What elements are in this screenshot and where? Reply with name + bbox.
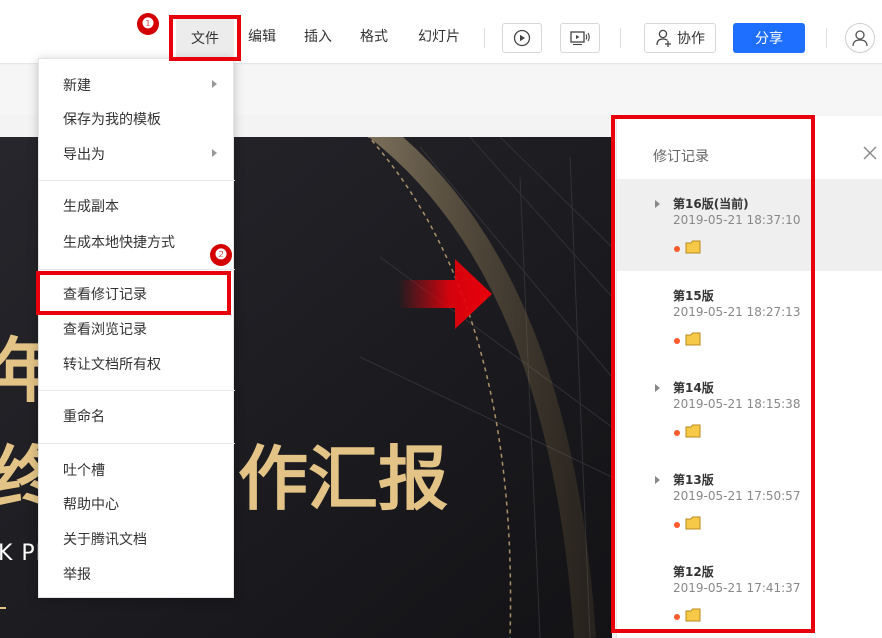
annotation-box-revision-item: [36, 271, 231, 315]
file-menu-item[interactable]: 生成本地快捷方式: [39, 225, 235, 259]
file-menu-item[interactable]: 吐个槽: [39, 453, 235, 487]
submenu-arrow-icon: [212, 80, 217, 88]
file-menu-item[interactable]: 举报: [39, 557, 235, 591]
file-menu-item-label: 举报: [63, 567, 91, 583]
presenter-view-button[interactable]: [560, 23, 600, 53]
close-icon[interactable]: [861, 144, 879, 162]
share-button[interactable]: 分享: [733, 23, 805, 53]
submenu-arrow-icon: [212, 149, 217, 157]
annotation-box-file: [169, 15, 241, 61]
add-person-icon: [656, 29, 671, 47]
menu-insert[interactable]: 插入: [304, 26, 332, 46]
file-menu-item-label: 转让文档所有权: [63, 357, 161, 373]
file-menu-item[interactable]: 新建: [39, 68, 235, 102]
file-menu-item[interactable]: 生成副本: [39, 189, 235, 223]
file-menu-item-label: 吐个槽: [63, 463, 105, 479]
file-menu: 新建 保存为我的模板 导出为 生成副本 生成本地快捷方式 查看修订记录 查看浏览记录 转让文档…: [38, 58, 235, 598]
file-menu-item-label: 重命名: [63, 409, 105, 425]
menu-divider: [39, 443, 235, 444]
file-menu-item[interactable]: 关于腾讯文档: [39, 522, 235, 556]
file-menu-item-label: 查看浏览记录: [63, 322, 147, 338]
menu-format[interactable]: 格式: [360, 26, 388, 46]
present-button[interactable]: [502, 23, 542, 53]
top-toolbar: 文件 编辑 插入 格式 幻灯片 协作 分享: [0, 0, 882, 64]
file-menu-item-label: 保存为我的模板: [63, 112, 161, 128]
slide-title: 作汇报: [238, 438, 448, 520]
menu-divider: [39, 269, 235, 270]
menu-divider: [39, 390, 235, 391]
app-window: 文件 编辑 插入 格式 幻灯片 协作 分享 年 终 作汇报 K PI 修订记录 …: [0, 0, 882, 638]
file-menu-item[interactable]: 转让文档所有权: [39, 347, 235, 381]
file-menu-item[interactable]: 查看浏览记录: [39, 312, 235, 346]
file-menu-item-label: 关于腾讯文档: [63, 532, 147, 548]
user-avatar-icon: [852, 30, 868, 47]
menu-edit[interactable]: 编辑: [248, 26, 276, 46]
file-menu-item-label: 生成本地快捷方式: [63, 235, 175, 251]
menu-slide[interactable]: 幻灯片: [418, 26, 460, 46]
presenter-view-icon: [570, 31, 590, 46]
file-menu-item[interactable]: 重命名: [39, 399, 235, 433]
file-menu-item-label: 生成副本: [63, 199, 119, 215]
annotation-step-2: ❷: [210, 244, 232, 266]
file-menu-item-label: 新建: [63, 78, 91, 94]
file-menu-item[interactable]: 导出为: [39, 137, 235, 171]
play-circle-icon: [513, 29, 531, 47]
toolbar-divider: [484, 28, 485, 48]
menu-divider: [39, 180, 235, 181]
collab-label: 协作: [677, 31, 705, 47]
file-menu-item-label: 导出为: [63, 147, 105, 163]
annotation-step-1: ❶: [137, 13, 159, 35]
toolbar-divider: [620, 28, 621, 48]
toolbar-divider: [826, 28, 827, 48]
slide-subtitle: K PI: [0, 541, 44, 566]
file-menu-item[interactable]: 帮助中心: [39, 487, 235, 521]
avatar[interactable]: [845, 23, 875, 53]
annotation-box-revision-panel: [611, 115, 815, 633]
file-menu-item[interactable]: 保存为我的模板: [39, 102, 235, 136]
collab-button[interactable]: 协作: [644, 23, 716, 53]
file-menu-item-label: 帮助中心: [63, 497, 119, 513]
